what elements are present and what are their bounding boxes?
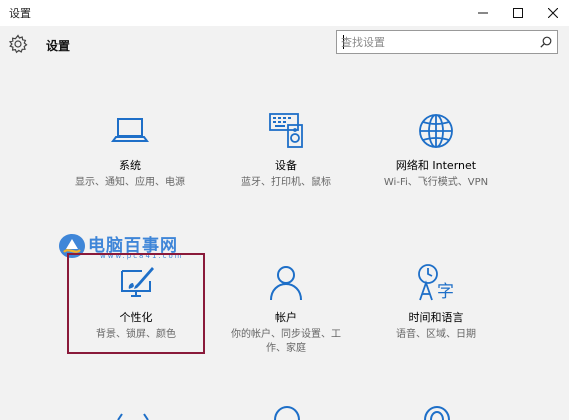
search-box[interactable] — [336, 30, 558, 54]
close-button[interactable] — [535, 0, 569, 26]
glyph-zi: 字 — [437, 282, 454, 302]
laptop-icon — [111, 118, 149, 142]
maximize-icon — [512, 8, 523, 18]
tile-description: 语音、区域、日期 — [396, 329, 476, 340]
tile-time-language[interactable]: 字 时间和语言 语音、区域、日期 — [371, 263, 501, 342]
maximize-button[interactable] — [500, 0, 535, 26]
tile-devices[interactable]: 设备 蓝牙、打印机、鼠标 — [221, 111, 351, 190]
search-input[interactable] — [341, 33, 531, 51]
window-title: 设置 — [9, 7, 31, 20]
search-icon[interactable] — [540, 36, 552, 48]
tile-network[interactable]: 网络和 Internet Wi-Fi、飞行模式、VPN — [371, 111, 501, 190]
partial-icon-right — [424, 405, 450, 420]
tile-system[interactable]: 系统 显示、通知、应用、电源 — [65, 111, 195, 190]
page-title: 设置 — [46, 39, 71, 53]
time-language-icon: 字 — [418, 264, 454, 302]
user-icon — [270, 266, 302, 301]
globe-icon — [419, 114, 453, 148]
partial-icon-middle — [274, 405, 300, 420]
devices-icon — [269, 113, 303, 148]
tile-name: 网络和 Internet — [395, 159, 477, 172]
minimize-icon — [477, 12, 488, 14]
tile-description: Wi-Fi、飞行模式、VPN — [383, 177, 489, 188]
partial-icon-left — [117, 413, 149, 420]
tile-name: 设备 — [275, 159, 297, 172]
tile-name: 帐户 — [275, 311, 297, 324]
tile-description: 蓝牙、打印机、鼠标 — [241, 177, 331, 188]
tile-name: 系统 — [119, 159, 141, 172]
highlight-box — [67, 253, 205, 354]
tile-accounts[interactable]: 帐户 你的帐户、同步设置、工作、家庭 — [221, 263, 351, 356]
gear-icon — [8, 34, 28, 54]
minimize-button[interactable] — [465, 0, 500, 26]
window-titlebar: 设置 — [0, 0, 569, 26]
close-icon — [547, 8, 558, 18]
tile-description: 你的帐户、同步设置、工作、家庭 — [231, 329, 341, 354]
tile-name: 时间和语言 — [408, 311, 464, 324]
tile-description: 显示、通知、应用、电源 — [75, 177, 185, 188]
